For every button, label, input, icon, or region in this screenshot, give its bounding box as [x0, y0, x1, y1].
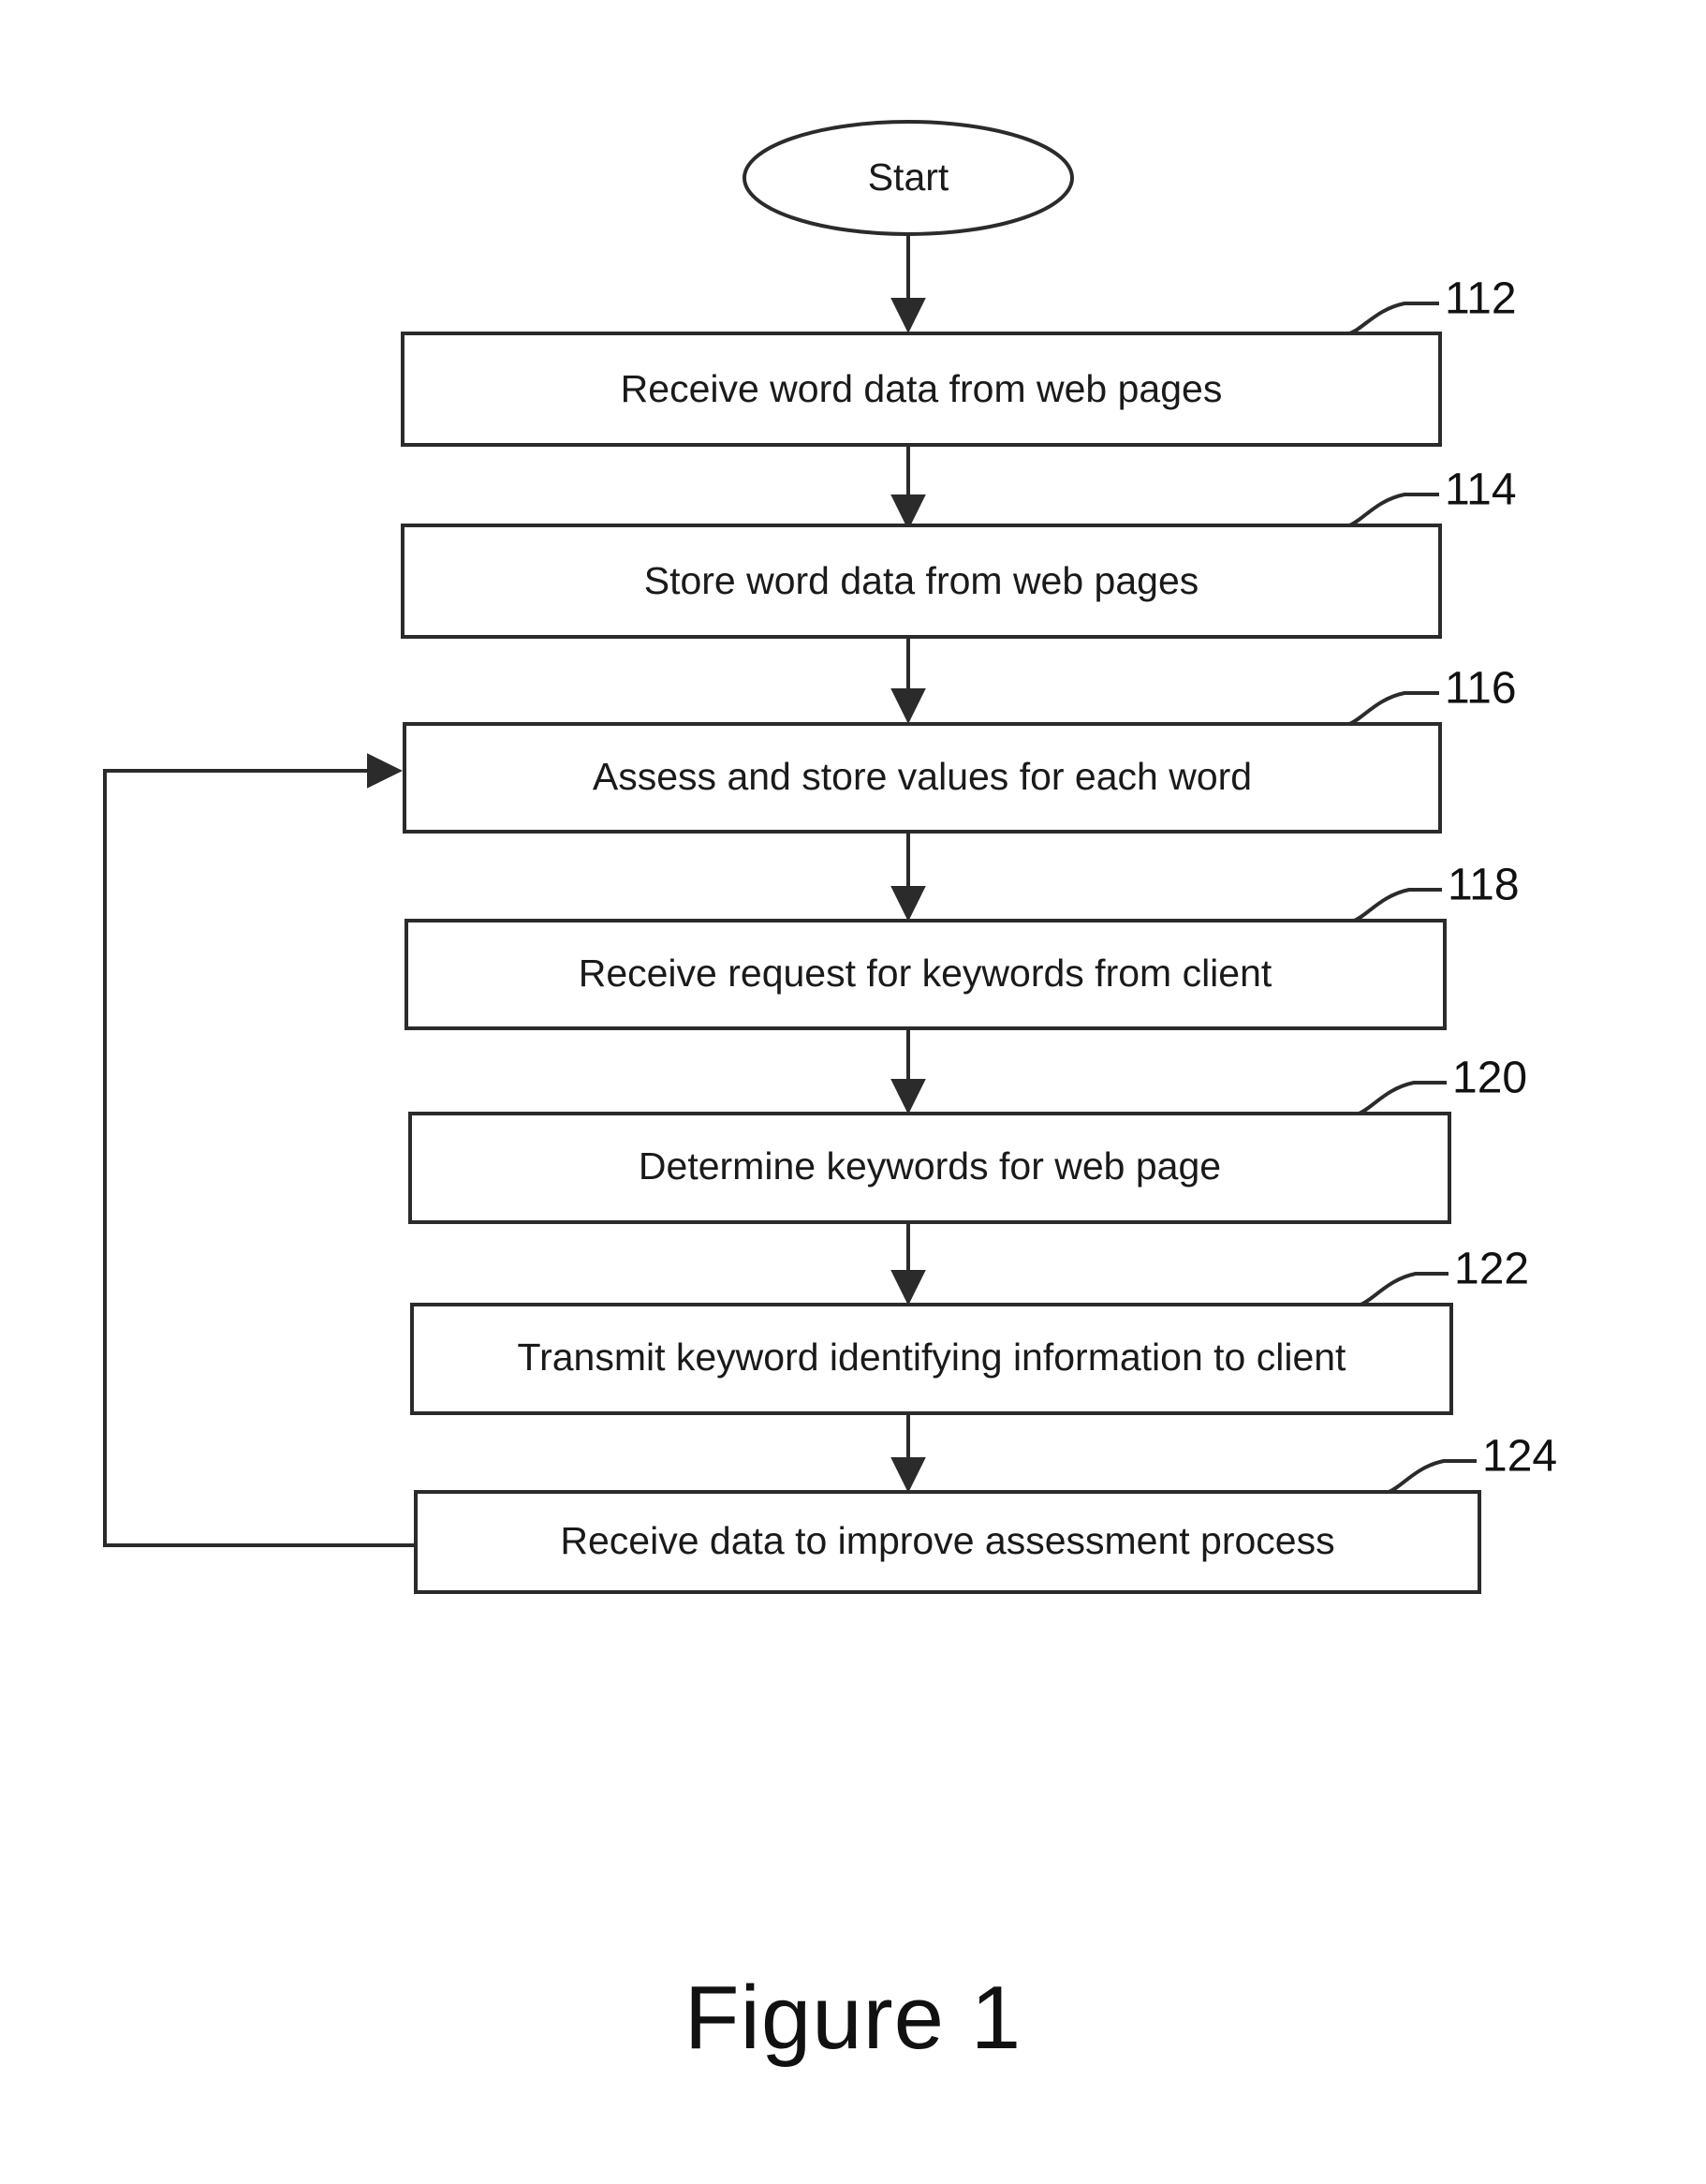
- leader-118: [1353, 888, 1442, 922]
- ref-label-124: 124: [1482, 1432, 1557, 1482]
- figure-page: Start Receive word data from web pages 1…: [0, 0, 1706, 2184]
- node-124-label: Receive data to improve assessment proce…: [560, 1519, 1334, 1562]
- node-122-label: Transmit keyword identifying information…: [518, 1335, 1347, 1379]
- node-120-label: Determine keywords for web page: [639, 1144, 1221, 1188]
- figure-caption: Figure 1: [684, 1968, 1022, 2068]
- node-118-label: Receive request for keywords from client: [579, 952, 1272, 995]
- leader-122: [1360, 1272, 1449, 1306]
- ref-label-112: 112: [1445, 274, 1517, 324]
- node-112[interactable]: Receive word data from web pages: [401, 332, 1442, 447]
- node-116[interactable]: Assess and store values for each word: [403, 722, 1442, 834]
- leader-116: [1348, 691, 1439, 726]
- node-114-label: Store word data from web pages: [644, 559, 1199, 602]
- edge-124-to-116-feedback: [103, 753, 416, 1547]
- leader-124: [1388, 1459, 1477, 1494]
- node-122[interactable]: Transmit keyword identifying information…: [410, 1303, 1453, 1415]
- node-116-label: Assess and store values for each word: [593, 755, 1252, 798]
- ref-label-118: 118: [1448, 861, 1520, 910]
- leader-114: [1348, 493, 1439, 527]
- node-120[interactable]: Determine keywords for web page: [408, 1112, 1451, 1224]
- node-start[interactable]: Start: [743, 120, 1074, 236]
- leader-112: [1348, 302, 1439, 335]
- flowchart-canvas: Start Receive word data from web pages 1…: [103, 120, 1557, 1594]
- ref-label-114: 114: [1445, 465, 1517, 515]
- ref-label-120: 120: [1452, 1054, 1527, 1103]
- start-label: Start: [868, 155, 949, 199]
- ref-label-116: 116: [1445, 664, 1517, 714]
- ref-label-122: 122: [1454, 1245, 1529, 1294]
- node-124[interactable]: Receive data to improve assessment proce…: [414, 1490, 1481, 1594]
- node-114[interactable]: Store word data from web pages: [401, 524, 1442, 639]
- leader-120: [1358, 1081, 1447, 1115]
- node-118[interactable]: Receive request for keywords from client: [404, 919, 1447, 1030]
- node-112-label: Receive word data from web pages: [621, 367, 1223, 410]
